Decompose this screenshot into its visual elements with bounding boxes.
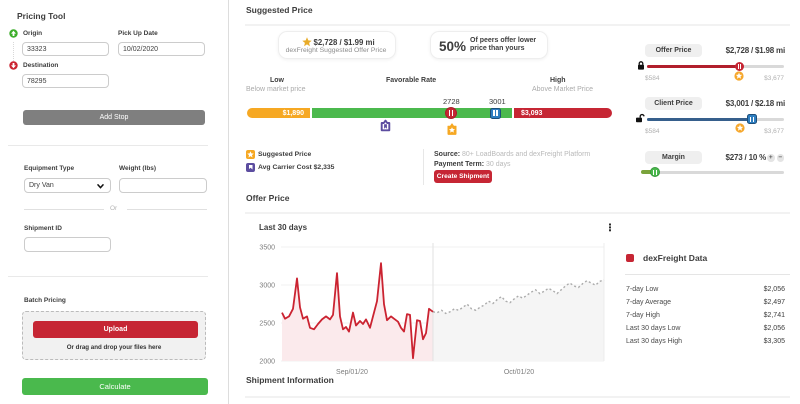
svg-text:2000: 2000 bbox=[259, 359, 275, 366]
svg-text:3000: 3000 bbox=[259, 283, 275, 290]
svg-text:2500: 2500 bbox=[259, 321, 275, 328]
svg-text:Sep/01/20: Sep/01/20 bbox=[336, 369, 368, 376]
svg-text:Oct/01/20: Oct/01/20 bbox=[504, 369, 534, 376]
svg-text:3500: 3500 bbox=[259, 245, 275, 252]
